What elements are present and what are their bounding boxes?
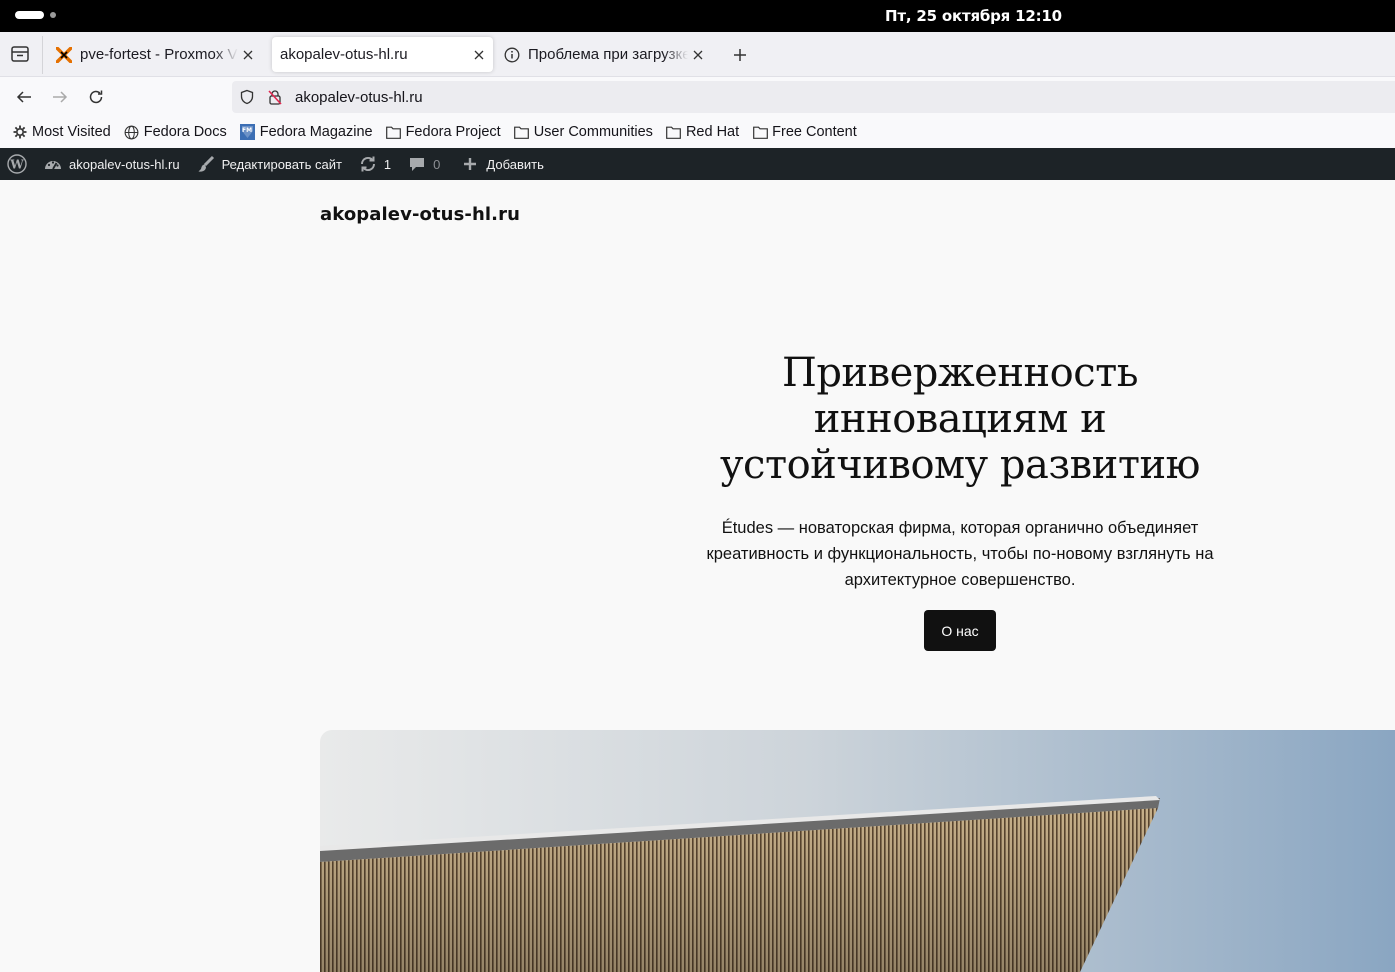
site-title[interactable]: akopalev-otus-hl.ru — [320, 204, 520, 225]
new-tab-button[interactable] — [728, 43, 752, 67]
bookmark-fedora-magazine[interactable]: FM Fedora Magazine — [240, 124, 373, 140]
bookmark-label: Free Content — [772, 124, 857, 140]
hero-building-image — [320, 730, 1395, 972]
wp-add-new-label: Добавить — [486, 156, 544, 172]
system-top-bar: Пт, 25 октября 12:10 — [0, 0, 1395, 32]
arrow-right-icon — [53, 91, 68, 103]
bookmark-fedora-docs[interactable]: Fedora Docs — [124, 124, 227, 140]
tab-separator — [42, 36, 43, 74]
close-tab-icon[interactable] — [238, 45, 258, 65]
folder-icon — [752, 124, 768, 140]
tab-akopalev[interactable]: akopalev-otus-hl.ru — [272, 37, 493, 72]
tab-title: pve-fortest - Proxmox Virtual Environmen… — [80, 46, 238, 63]
wordpress-icon: W — [7, 154, 27, 174]
wp-admin-bar: W akopalev-otus-hl.ru Редактировать сайт… — [0, 148, 1395, 180]
plus-icon — [734, 49, 746, 61]
tab-proxmox[interactable]: pve-fortest - Proxmox Virtual Environmen… — [52, 37, 262, 72]
hero-heading: Приверженность инновациям и устойчивому … — [720, 350, 1200, 488]
wp-updates-count: 1 — [383, 156, 392, 172]
bookmark-label: Red Hat — [685, 124, 740, 140]
gear-icon — [12, 124, 28, 140]
back-button[interactable] — [11, 84, 37, 110]
workspace-active-indicator — [15, 11, 44, 19]
address-bar[interactable]: akopalev-otus-hl.ru — [232, 81, 1395, 113]
wp-edit-site-label: Редактировать сайт — [221, 156, 342, 172]
bookmark-label: Fedora Project — [405, 124, 501, 140]
about-us-button[interactable]: О нас — [924, 610, 996, 651]
fedora-magazine-icon: FM — [240, 124, 256, 140]
tab-list-button[interactable] — [8, 42, 32, 66]
activities-indicator[interactable] — [15, 11, 56, 19]
folder-icon — [386, 124, 402, 140]
svg-text:FM: FM — [242, 127, 252, 134]
folder-icon — [666, 124, 682, 140]
bookmark-label: Most Visited — [32, 124, 111, 140]
proxmox-icon — [56, 46, 72, 63]
wp-site-name: akopalev-otus-hl.ru — [69, 156, 180, 172]
tab-strip: pve-fortest - Proxmox Virtual Environmen… — [0, 32, 1395, 76]
wp-add-new-menu[interactable]: Добавить — [460, 148, 544, 180]
info-icon — [504, 47, 520, 63]
update-icon — [358, 154, 378, 174]
wp-comments-count: 0 — [433, 156, 441, 172]
wp-updates-link[interactable]: 1 — [358, 148, 391, 180]
bookmark-most-visited[interactable]: Most Visited — [12, 124, 111, 140]
tray-icon — [11, 46, 29, 62]
close-tab-icon[interactable] — [688, 45, 708, 65]
wp-edit-site-link[interactable]: Редактировать сайт — [196, 148, 342, 180]
bookmark-fedora-project[interactable]: Fedora Project — [386, 124, 501, 140]
plus-icon — [460, 154, 480, 174]
navigation-toolbar: akopalev-otus-hl.ru — [0, 76, 1395, 116]
wp-logo-menu[interactable]: W — [7, 148, 33, 180]
close-tab-icon[interactable] — [469, 45, 489, 65]
dashboard-icon — [43, 154, 63, 174]
hero-section: Приверженность инновациям и устойчивому … — [675, 350, 1245, 593]
tab-title: Проблема при загрузке страницы — [528, 46, 688, 63]
reload-icon — [89, 90, 103, 104]
wp-site-name-menu[interactable]: akopalev-otus-hl.ru — [43, 148, 180, 180]
insecure-lock-icon[interactable] — [265, 87, 285, 107]
workspace-indicator — [50, 12, 56, 18]
bookmark-user-communities[interactable]: User Communities — [514, 124, 653, 140]
tab-error-page[interactable]: Проблема при загрузке страницы — [500, 37, 712, 72]
bookmark-free-content[interactable]: Free Content — [752, 124, 857, 140]
bookmark-label: Fedora Docs — [143, 124, 227, 140]
bookmark-label: Fedora Magazine — [259, 124, 373, 140]
folder-icon — [514, 124, 530, 140]
bookmark-red-hat[interactable]: Red Hat — [666, 124, 739, 140]
forward-button[interactable] — [47, 84, 73, 110]
comment-icon — [407, 154, 427, 174]
arrow-left-icon — [16, 91, 31, 103]
svg-text:W: W — [9, 158, 24, 172]
system-clock[interactable]: Пт, 25 октября 12:10 — [885, 7, 1062, 25]
wp-comments-link[interactable]: 0 — [407, 148, 440, 180]
url-text[interactable]: akopalev-otus-hl.ru — [295, 89, 423, 106]
reload-button[interactable] — [83, 84, 109, 110]
brush-icon — [196, 154, 216, 174]
bookmarks-toolbar: Most Visited Fedora Docs FM Fedora Magaz… — [0, 116, 1395, 148]
tab-title: akopalev-otus-hl.ru — [280, 46, 408, 63]
bookmark-label: User Communities — [533, 124, 653, 140]
shield-icon[interactable] — [237, 87, 257, 107]
hero-description: Études — новаторская фирма, которая орга… — [706, 519, 1214, 589]
globe-icon — [124, 124, 140, 140]
